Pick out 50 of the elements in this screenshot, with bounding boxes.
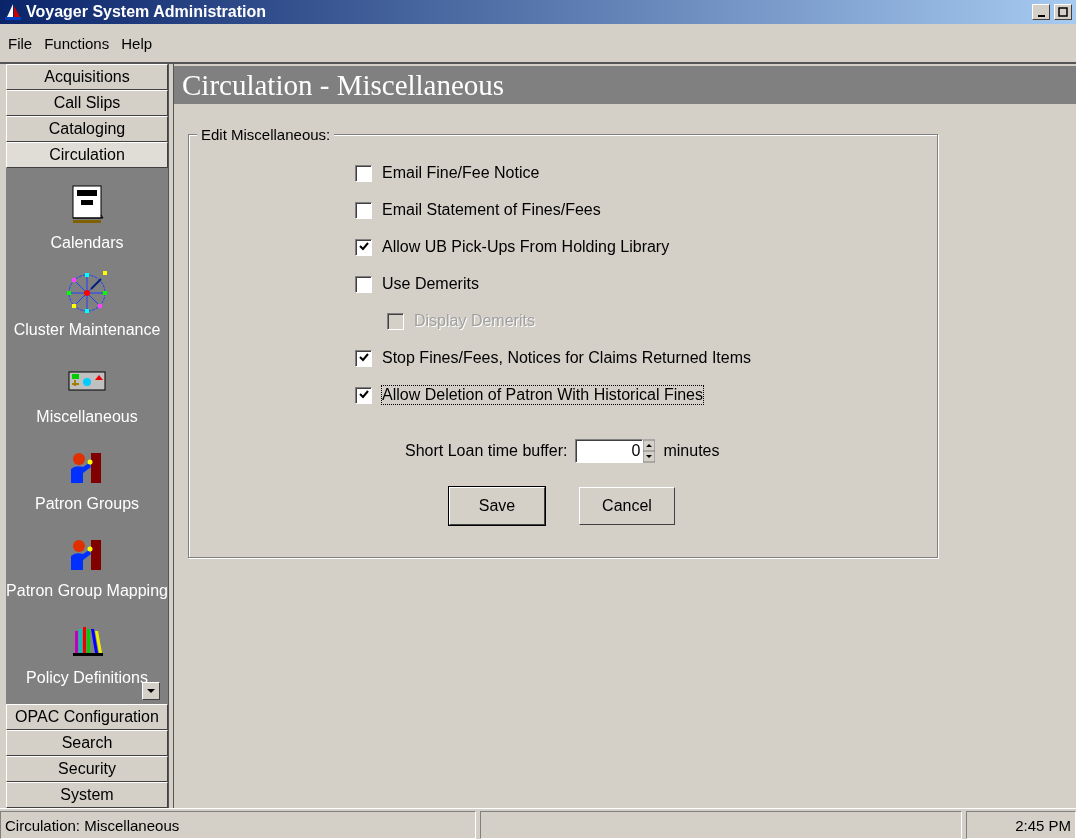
ship-icon [4,3,22,21]
sidebar-button[interactable]: Cataloging [6,116,168,142]
minimize-icon [1037,15,1045,17]
spinner-arrows-icon [643,439,656,463]
check-icon [358,390,369,400]
dialog-button[interactable]: Save [449,487,545,525]
group-title: Edit Miscellaneous: [197,126,335,143]
sidebar-button[interactable]: Call Slips [6,90,168,116]
sidebar-item[interactable]: Policy Definitions [26,669,148,687]
check-icon [358,353,369,363]
minimize-button[interactable] [1032,4,1050,20]
sidebar-button[interactable]: Circulation [6,142,168,168]
check-icon [358,242,369,252]
sidebar-item[interactable]: Patron Groups [34,495,140,513]
sidebar-item[interactable]: Calendars [50,234,124,252]
number-field[interactable]: 0 [575,439,644,463]
maximize-icon [1058,7,1068,17]
sidebar-item[interactable]: Patron Group Mapping [6,582,168,600]
sidebar-item[interactable]: Cluster Maintenance [13,321,161,339]
checkbox-label[interactable]: Email Fine/Fee Notice [382,164,540,182]
sidebar-button[interactable]: System [6,782,168,808]
page-title: Circulation - Miscellaneous [182,68,505,102]
maximize-button[interactable] [1054,4,1072,20]
menu-item[interactable]: Functions [38,34,116,52]
sidebar-button[interactable]: Search [6,730,168,756]
field-label: Short Loan time buffer: [405,442,568,460]
checkbox[interactable] [355,164,372,182]
sidebar-button[interactable]: Security [6,756,168,782]
status-text: Circulation: Miscellaneous [0,811,476,839]
checkbox[interactable] [355,201,372,219]
checkbox[interactable] [355,349,372,367]
sidebar-button[interactable]: OPAC Configuration [6,704,168,730]
checkbox-label[interactable]: Use Demerits [382,275,479,293]
window-title: Voyager System Administration [26,3,268,21]
dialog-button[interactable]: Cancel [579,487,675,525]
checkbox-label[interactable]: Allow UB Pick-Ups From Holding Library [382,238,670,256]
sidebar-button[interactable]: Acquisitions [6,64,168,90]
down-arrow-icon [147,688,155,694]
checkbox-label[interactable]: Stop Fines/Fees, Notices for Claims Returned Items [382,349,752,367]
checkbox-label[interactable]: Allow Deletion of Patron With Historical Fines [382,386,703,404]
unit-label: minutes [663,442,720,460]
status-time: 2:45 PM [966,811,1076,839]
scroll-down-button[interactable] [142,682,160,700]
checkbox[interactable] [355,386,372,404]
checkbox-label[interactable]: Email Statement of Fines/Fees [382,201,601,219]
menu-item[interactable]: File [2,34,39,52]
checkbox[interactable] [355,238,372,256]
sidebar-item[interactable]: Miscellaneous [36,408,138,426]
menu-item[interactable]: Help [115,34,159,52]
checkbox[interactable] [355,275,372,293]
